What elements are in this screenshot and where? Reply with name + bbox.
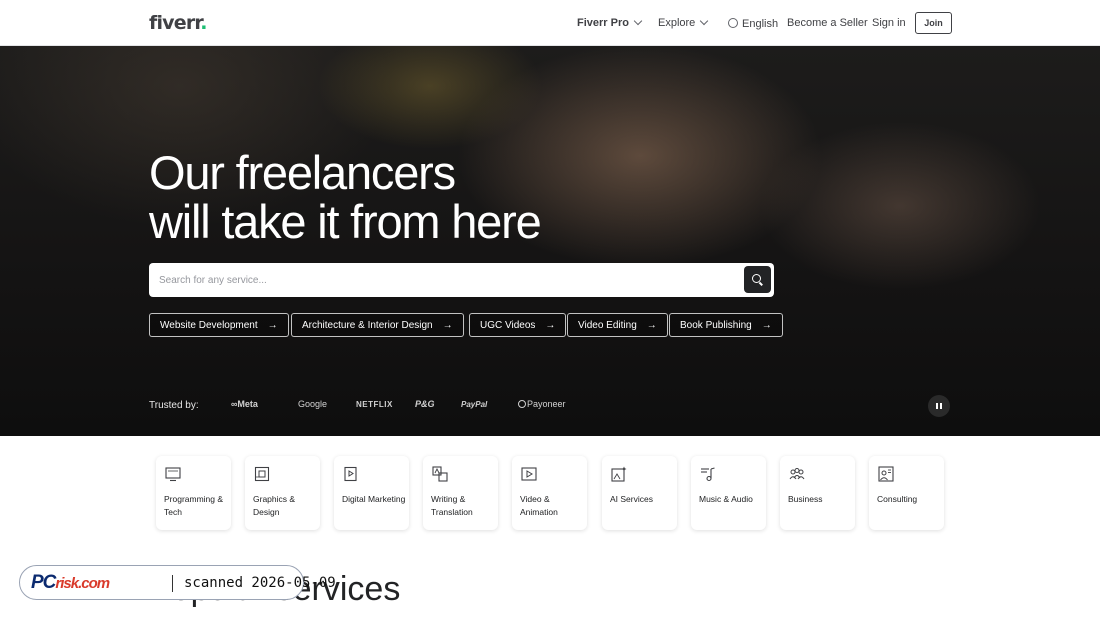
design-icon (254, 466, 270, 482)
chevron-down-icon (633, 16, 643, 26)
chip-ugc-videos[interactable]: UGC Videos → (469, 313, 567, 337)
arrow-right-icon: → (545, 319, 556, 331)
pcrisk-logo: PCrisk.com (31, 572, 110, 594)
pcrisk-watermark: PCrisk.com scanned 2026-05-09 (19, 565, 336, 600)
nav-sign-in[interactable]: Sign in (872, 17, 906, 29)
payoneer-logo: Payoneer (518, 399, 566, 409)
search-input[interactable] (149, 263, 739, 297)
trusted-by-label: Trusted by: (149, 400, 199, 411)
chip-label: Architecture & Interior Design (302, 319, 433, 331)
pcrisk-logo-pc: PC (31, 572, 56, 593)
translation-icon (432, 466, 448, 482)
pause-icon (936, 403, 938, 409)
payoneer-circle-icon (518, 400, 526, 408)
hero-title-line-2: will take it from here (149, 195, 542, 248)
category-music-audio[interactable]: Music & Audio (691, 456, 766, 530)
chip-book-publishing[interactable]: Book Publishing → (669, 313, 783, 337)
video-icon (521, 467, 537, 481)
monitor-icon (165, 467, 181, 482)
fiverr-logo[interactable]: fiverr. (149, 12, 208, 34)
scan-date-text: scanned 2026-05-09 (184, 575, 336, 591)
ai-icon (611, 466, 627, 482)
category-ai-services[interactable]: AI Services (602, 456, 677, 530)
hero-title: Our freelancers will take it from here (149, 146, 542, 248)
payoneer-logo-text: Payoneer (527, 399, 566, 409)
category-label: Business (788, 494, 823, 504)
nav-explore[interactable]: Explore (658, 16, 709, 29)
pcrisk-logo-risk: risk.com (55, 575, 110, 592)
chip-video-editing[interactable]: Video Editing → (567, 313, 668, 337)
nav-become-seller[interactable]: Become a Seller (787, 17, 868, 29)
google-logo: Google (298, 399, 328, 409)
logo-dot: . (200, 12, 207, 34)
search-bar (149, 263, 774, 297)
nav-fiverr-pro[interactable]: Fiverr Pro (577, 16, 643, 29)
arrow-right-icon: → (761, 319, 772, 331)
category-writing-translation[interactable]: Writing & Translation (423, 456, 498, 530)
category-digital-marketing[interactable]: Digital Marketing (334, 456, 409, 530)
category-consulting[interactable]: Consulting (869, 456, 944, 530)
search-icon (752, 274, 761, 283)
meta-logo: ∞Meta (231, 399, 258, 409)
nav-language-label: English (742, 18, 779, 30)
logo-text: fiverr (149, 12, 201, 34)
pg-logo: P&G (415, 399, 435, 409)
category-label: Programming & Tech (164, 494, 224, 517)
netflix-logo: NETFLIX (356, 400, 393, 409)
chip-label: Video Editing (578, 319, 637, 331)
category-label: Video & Animation (520, 494, 558, 517)
music-icon (701, 467, 715, 482)
category-graphics-design[interactable]: Graphics & Design (245, 456, 320, 530)
nav-language[interactable]: English (728, 17, 778, 30)
category-label: Consulting (877, 494, 918, 504)
category-label: AI Services (610, 494, 653, 504)
category-label: Graphics & Design (253, 494, 296, 517)
pause-button[interactable] (928, 395, 950, 417)
pause-icon (940, 403, 942, 409)
category-programming-tech[interactable]: Programming & Tech (156, 456, 231, 530)
paypal-logo: PayPal (461, 400, 488, 409)
watermark-divider (172, 575, 173, 592)
category-label: Digital Marketing (342, 494, 406, 504)
chip-label: Book Publishing (680, 319, 752, 331)
arrow-right-icon: → (646, 319, 657, 331)
nav-fiverr-pro-label: Fiverr Pro (577, 17, 629, 29)
hero-section: Our freelancers will take it from here W… (0, 46, 1100, 436)
globe-icon (728, 18, 738, 28)
chip-website-development[interactable]: Website Development → (149, 313, 289, 337)
arrow-right-icon: → (442, 319, 453, 331)
category-video-animation[interactable]: Video & Animation (512, 456, 587, 530)
top-header: fiverr. Fiverr Pro Explore English Becom… (0, 0, 1100, 46)
marketing-icon (344, 466, 357, 482)
category-business[interactable]: Business (780, 456, 855, 530)
chip-architecture-interior-design[interactable]: Architecture & Interior Design → (291, 313, 464, 337)
consulting-icon (878, 466, 894, 482)
search-button[interactable] (744, 266, 771, 293)
chip-label: UGC Videos (480, 319, 536, 331)
nav-explore-label: Explore (658, 17, 696, 29)
hero-title-line-1: Our freelancers (149, 146, 456, 199)
category-label: Music & Audio (699, 494, 753, 504)
meta-logo-text: Meta (237, 399, 258, 409)
category-label: Writing & Translation (431, 494, 473, 517)
join-button[interactable]: Join (915, 12, 952, 34)
chip-label: Website Development (160, 319, 258, 331)
arrow-right-icon: → (267, 319, 278, 331)
chevron-down-icon (700, 16, 709, 26)
business-icon (789, 468, 805, 480)
